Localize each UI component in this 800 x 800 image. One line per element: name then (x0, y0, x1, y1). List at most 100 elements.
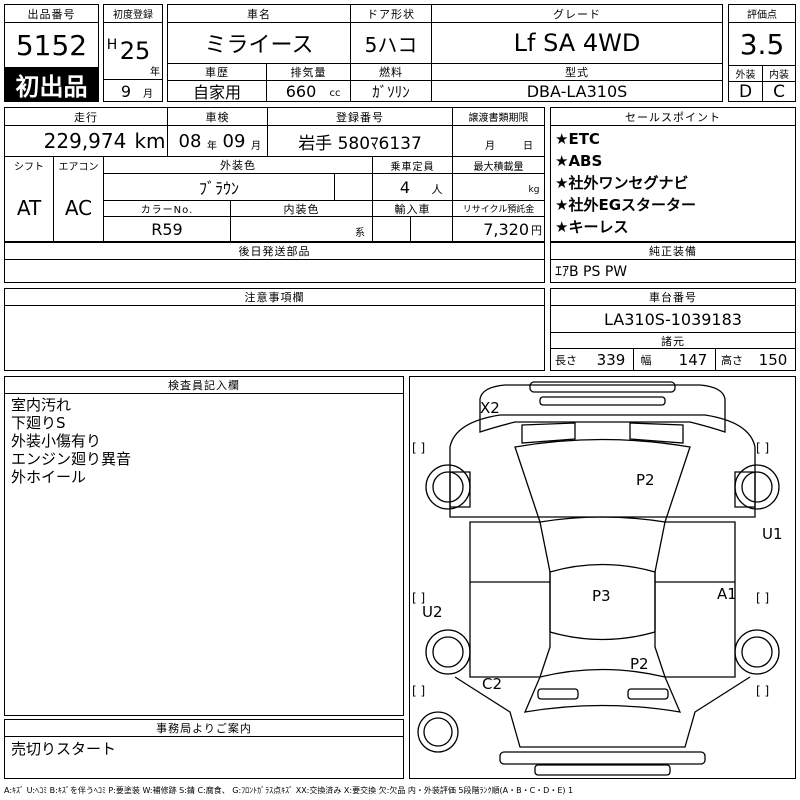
notes-box: 注意事項欄 (4, 288, 545, 371)
bracket-right-2: [ ] (756, 591, 769, 605)
length-value: 339 (596, 350, 626, 369)
interior-color-header: 内装色 (283, 202, 320, 216)
damage-mark-p3: P3 (592, 587, 611, 605)
inspector-line: エンジン廻り異音 (11, 450, 132, 468)
int-score-header: 内装 (769, 70, 789, 81)
width-value: 147 (678, 350, 708, 369)
door-value: 5ハコ (364, 32, 418, 57)
model-header: 型式 (565, 66, 589, 79)
capacity-header: 乗車定員 (390, 161, 435, 173)
first-reg-year: 25 (119, 37, 151, 65)
inspection-month: 09 (222, 130, 246, 152)
inspector-line: 外装小傷有り (11, 432, 102, 450)
inspector-box: 検査員記入欄 室内汚れ 下廻りS 外装小傷有り エンジン廻り異音 外ホイール (4, 376, 404, 716)
chassis-header: 車台番号 (649, 291, 697, 304)
import-header: 輸入車 (394, 202, 431, 216)
ext-score-header: 外装 (735, 70, 756, 81)
sales-point-item: ★ABS (555, 152, 603, 170)
inspection-year-unit: 年 (207, 140, 217, 152)
damage-mark-p2-rear: P2 (630, 655, 649, 673)
first-reg-box: 初度登録 H 25 年 9 月 (103, 4, 163, 102)
height-value: 150 (758, 350, 788, 369)
inspector-lines: 室内汚れ 下廻りS 外装小傷有り エンジン廻り異音 外ホイール (11, 396, 131, 486)
sales-point-item: ★キーレス (555, 218, 629, 236)
exterior-color-value: ﾌﾞﾗｳﾝ (198, 179, 239, 198)
width-label: 幅 (640, 353, 652, 367)
inspection-month-unit: 月 (251, 140, 261, 152)
capacity-value: 4 (399, 177, 411, 197)
displacement-value: 660 (285, 81, 317, 101)
detail-box: 走行 車検 登録番号 譲渡書類期限 229,974 km 08 年 09 月 岩… (4, 107, 545, 242)
office-box: 事務局よりご案内 売切りスタート (4, 719, 404, 779)
inspector-line: 下廻りS (11, 414, 66, 432)
grade-value: Lf SA 4WD (513, 29, 641, 57)
chassis-box: 車台番号 LA310S-1039183 諸元 長さ 339 幅 147 高さ 1… (550, 288, 796, 371)
aircon-header: エアコン (58, 161, 99, 173)
lot-header: 出品番号 (27, 7, 76, 21)
bracket-left-1: [ ] (412, 441, 425, 455)
mileage-header: 走行 (74, 110, 98, 124)
lot-box: 出品番号 5152 初出品 (4, 4, 99, 102)
color-no-value: R59 (151, 219, 183, 239)
bracket-left-3: [ ] (412, 684, 425, 698)
recycle-unit: 円 (531, 224, 542, 237)
damage-mark-a1: A1 (717, 585, 737, 603)
vehicle-info-box: 車名 ドア形状 グレード ミライース 5ハコ Lf SA 4WD 車歴 排気量 … (167, 4, 723, 102)
recycle-value: 7,320 (483, 219, 529, 239)
car-diagram-box: X2 P2 U1 P3 A1 U2 P2 C2 [ ] [ ] [ ] [ ] … (409, 376, 796, 779)
office-value: 売切りスタート (11, 739, 117, 758)
first-reg-month: 9 (120, 81, 132, 101)
recycle-header: リサイクル預託金 (462, 205, 535, 215)
score-box: 評価点 3.5 外装 内装 D C (728, 4, 796, 102)
exterior-color-header: 外装色 (220, 159, 256, 172)
score-header: 評価点 (747, 10, 777, 21)
height-label: 高さ (721, 353, 743, 367)
car-name-header: 車名 (247, 7, 271, 21)
first-listing-badge: 初出品 (5, 67, 98, 101)
displacement-unit: cc (329, 87, 341, 99)
first-reg-month-unit: 月 (143, 88, 153, 100)
inspector-header: 検査員記入欄 (168, 379, 240, 392)
shift-header: シフト (14, 161, 44, 173)
transfer-day-unit: 日 (523, 140, 533, 152)
shift-value: AT (16, 195, 42, 220)
later-parts-header: 後日発送部品 (238, 245, 311, 258)
transfer-header: 譲渡書類期限 (468, 113, 529, 124)
car-diagram: X2 P2 U1 P3 A1 U2 P2 C2 [ ] [ ] [ ] [ ] … (412, 381, 783, 776)
inspection-header: 車検 (205, 110, 230, 124)
legend-text: A:ｷｽﾞ U:ﾍｺﾐ B:ｷｽﾞを伴うﾍｺﾐ P:要塗装 W:補修跡 S:錆 … (4, 785, 574, 795)
damage-mark-p2-front: P2 (636, 471, 655, 489)
first-reg-year-unit: 年 (150, 66, 160, 78)
length-label: 長さ (555, 353, 577, 367)
sales-point-item: ★ETC (555, 130, 600, 148)
displacement-header: 排気量 (290, 66, 327, 79)
sales-points-box: セールスポイント ★ETC ★ABS ★社外ワンセグナビ ★社外EGスターター … (550, 107, 796, 242)
damage-mark-c2: C2 (482, 675, 502, 693)
sales-point-item: ★社外EGスターター (555, 196, 697, 214)
bracket-left-2: [ ] (412, 591, 425, 605)
bracket-right-1: [ ] (756, 441, 769, 455)
damage-mark-x2: X2 (480, 399, 500, 417)
inspector-line: 外ホイール (11, 468, 87, 486)
equipment-value: ｴｱB PS PW (555, 264, 628, 280)
fuel-value: ｶﾞｿﾘﾝ (372, 82, 410, 101)
model-value: DBA-LA310S (526, 81, 628, 101)
sales-points-header: セールスポイント (625, 110, 721, 124)
notes-header: 注意事項欄 (244, 291, 305, 304)
fuel-header: 燃料 (379, 66, 403, 79)
plate-header: 登録番号 (336, 110, 384, 124)
max-load-header: 最大積載量 (473, 161, 524, 173)
color-no-header: カラーNo. (140, 205, 194, 216)
door-header: ドア形状 (367, 7, 415, 21)
dimensions-header: 諸元 (661, 334, 685, 348)
later-parts-box: 後日発送部品 (4, 242, 545, 283)
equipment-box: 純正装備 ｴｱB PS PW (550, 242, 796, 283)
mileage-unit: km (134, 129, 166, 153)
inspector-line: 室内汚れ (11, 396, 72, 414)
bracket-right-3: [ ] (756, 684, 769, 698)
aircon-value: AC (64, 195, 93, 220)
mileage-value: 229,974 (43, 129, 127, 153)
interior-color-unit: 系 (355, 227, 365, 239)
max-load-unit: kg (528, 185, 540, 195)
score-value: 3.5 (739, 27, 785, 61)
